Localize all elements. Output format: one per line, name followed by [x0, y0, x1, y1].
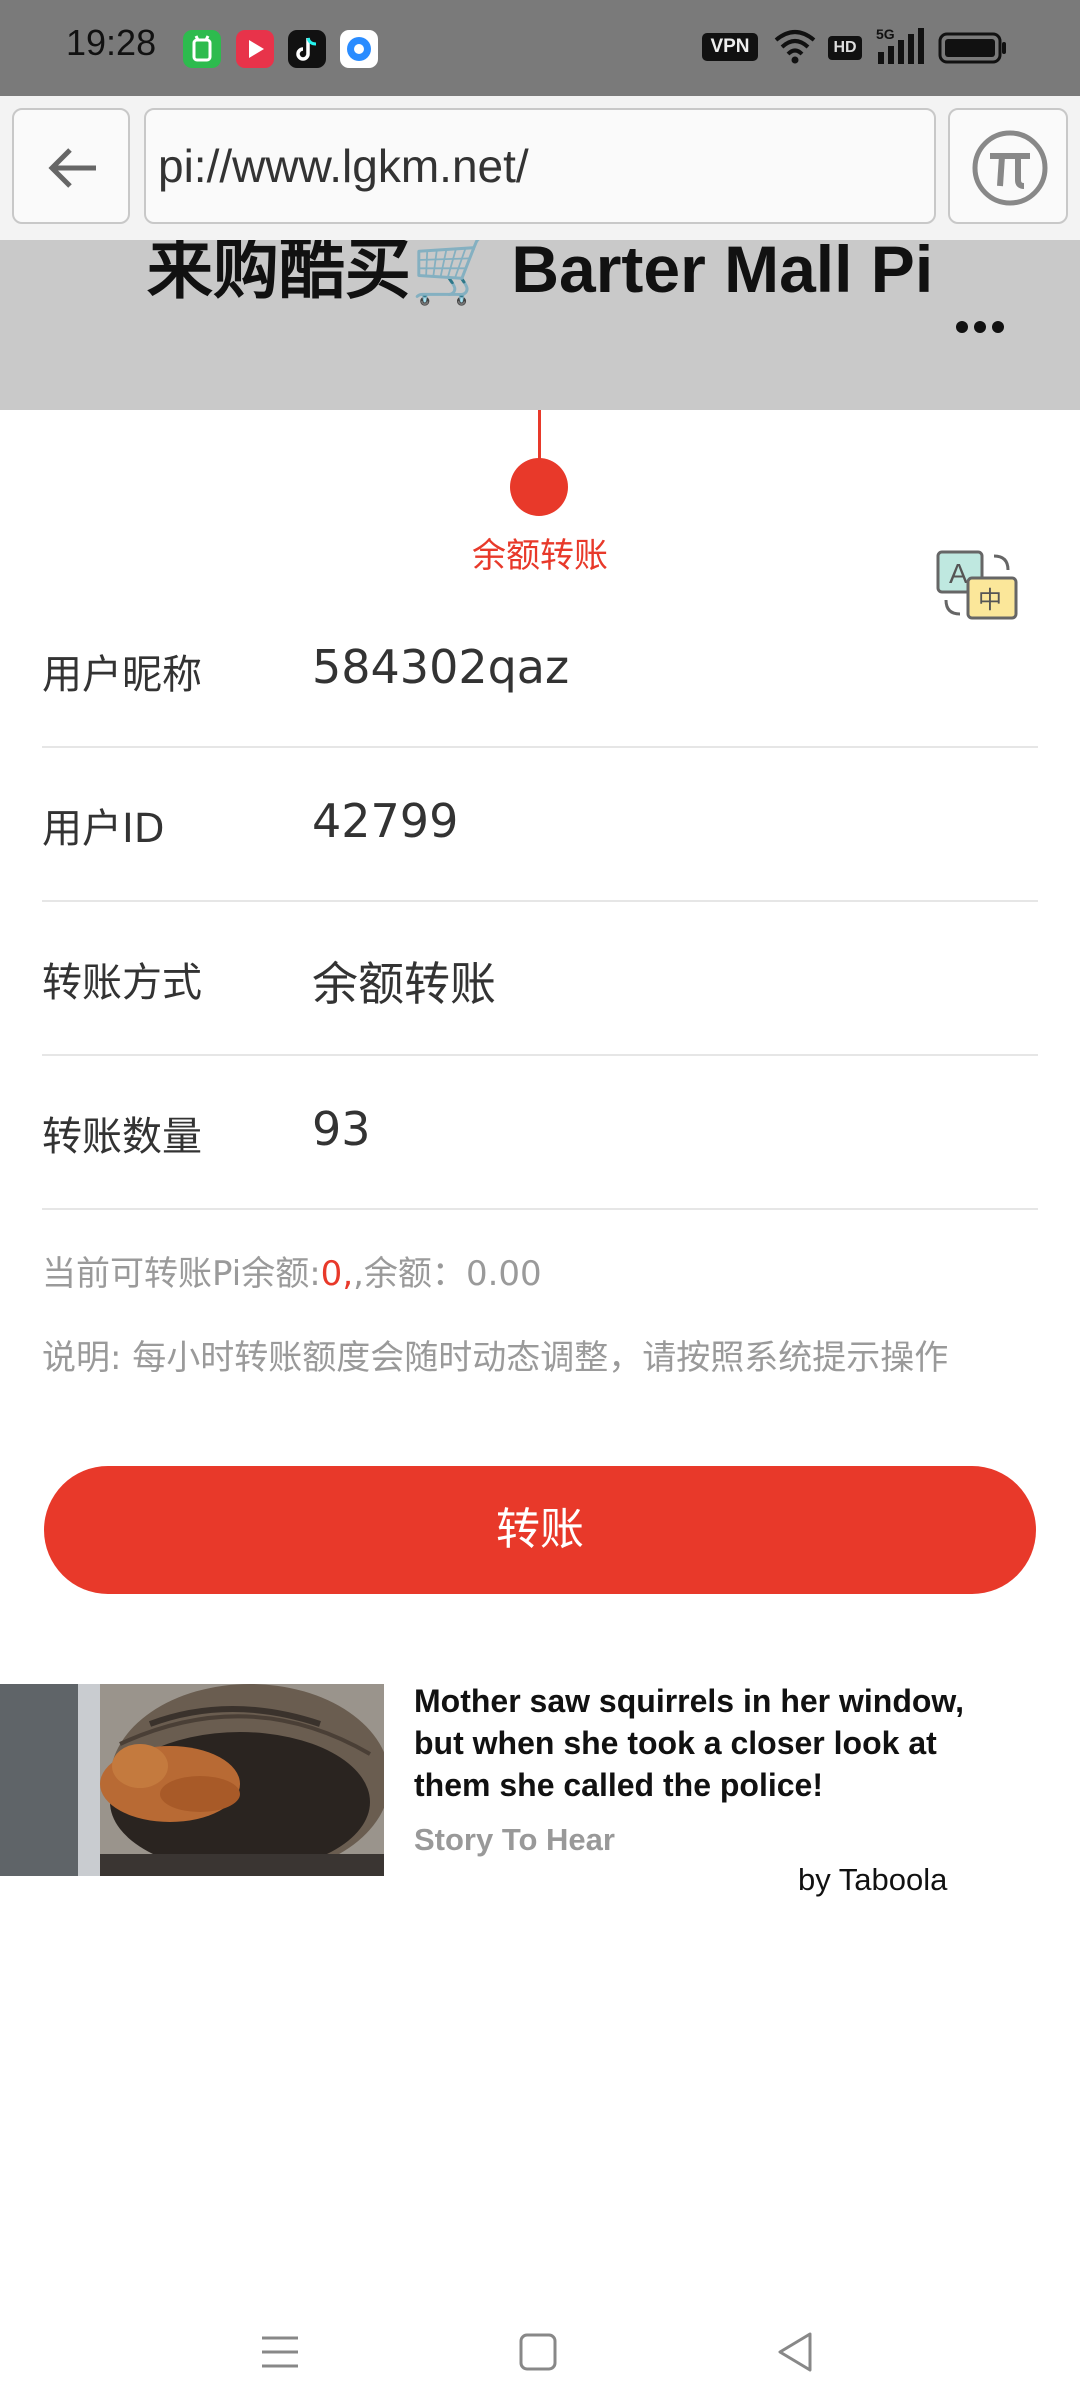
back-nav-icon[interactable]	[766, 2322, 826, 2382]
user-id-label: 用户ID	[42, 806, 165, 852]
nickname-label: 用户昵称	[42, 652, 202, 698]
more-menu-icon[interactable]	[956, 318, 1016, 338]
amount-input[interactable]: 93	[312, 1102, 371, 1156]
step-dot	[510, 458, 568, 516]
arrow-left-icon	[48, 148, 96, 188]
ad-source: Story To Hear	[414, 1822, 615, 1857]
ad-image[interactable]	[0, 1684, 384, 1876]
video-app-icon	[236, 30, 274, 68]
amount-label: 转账数量	[42, 1114, 202, 1160]
transfer-button[interactable]: 转账	[44, 1466, 1036, 1594]
balance-separator: ,余额：	[353, 1254, 466, 1294]
app-store-icon	[183, 30, 221, 68]
user-id-value: 42799	[312, 794, 459, 848]
browser-app-icon	[340, 30, 378, 68]
menu-icon[interactable]	[250, 2322, 310, 2382]
balance-prefix: 当前可转账Pi余额:	[42, 1254, 321, 1294]
browser-toolbar: pi://www.lgkm.net/	[0, 96, 1080, 240]
form-row-nickname: 用户昵称 584302qaz	[42, 594, 1038, 748]
status-time: 19:28	[66, 22, 157, 63]
svg-text:A: A	[949, 558, 968, 589]
form-row-method[interactable]: 转账方式 余额转账	[42, 902, 1038, 1056]
step-line	[538, 410, 541, 462]
step-indicator: 余额转账	[0, 410, 1080, 594]
site-title: 来购酷买🛒 Barter Mall Pi	[146, 240, 934, 306]
nickname-value: 584302qaz	[312, 640, 570, 694]
battery-icon	[938, 32, 1006, 64]
back-button[interactable]	[12, 108, 130, 224]
form-row-user-id: 用户ID 42799	[42, 748, 1038, 902]
method-label: 转账方式	[42, 960, 202, 1006]
page-header: 来购酷买🛒 Barter Mall Pi	[0, 240, 1080, 410]
hd-icon: HD	[828, 36, 862, 60]
step-label: 余额转账	[472, 536, 608, 576]
signal-icon: 5G	[876, 26, 924, 64]
method-value[interactable]: 余额转账	[312, 948, 496, 1014]
ad-title[interactable]: Mother saw squirrels in her window, but …	[414, 1680, 974, 1806]
vpn-icon: VPN	[702, 33, 758, 61]
form-row-amount[interactable]: 转账数量 93	[42, 1056, 1038, 1210]
transfer-note: 说明: 每小时转账额度会随时动态调整，请按照系统提示操作	[42, 1338, 949, 1378]
pi-browser-button[interactable]	[948, 108, 1068, 224]
url-field[interactable]: pi://www.lgkm.net/	[144, 108, 936, 224]
pi-logo-icon	[972, 130, 1048, 206]
wifi-icon	[774, 30, 816, 64]
svg-text:5G: 5G	[876, 26, 895, 42]
status-bar: 19:28 VPN HD 5G	[0, 0, 1080, 96]
home-icon[interactable]	[508, 2322, 568, 2382]
balance-value: 0.00	[465, 1254, 542, 1294]
balance-info: 当前可转账Pi余额:0,,余额：0.00	[42, 1254, 542, 1294]
transfer-form: 用户昵称 584302qaz 用户ID 42799 转账方式 余额转账 转账数量…	[42, 594, 1038, 1210]
ad-attribution[interactable]: by Taboola	[798, 1862, 947, 1898]
pi-balance-value: 0	[320, 1254, 343, 1294]
tiktok-icon	[288, 30, 326, 68]
system-nav-bar	[0, 2290, 1080, 2408]
